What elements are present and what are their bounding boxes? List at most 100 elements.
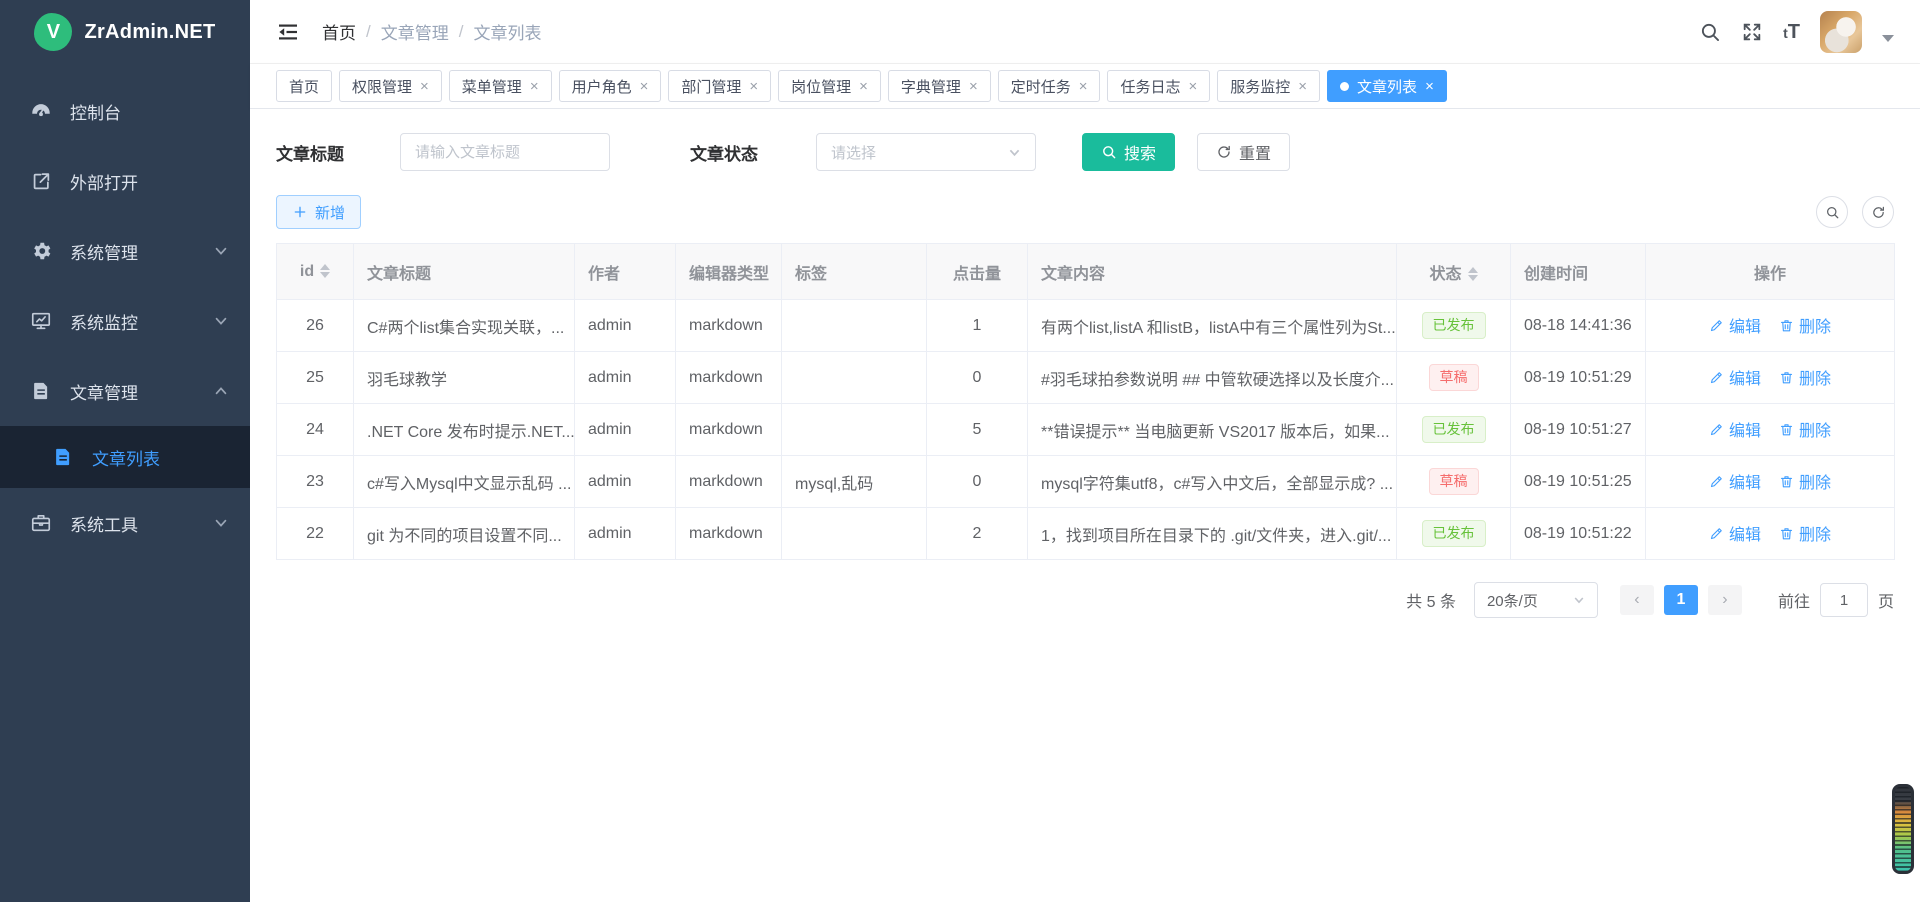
sort-caret-icon[interactable]	[320, 264, 330, 278]
sidebar-item-label: 系统监控	[70, 309, 214, 334]
edit-button-label: 编辑	[1729, 469, 1761, 493]
tab-label: 权限管理	[352, 76, 412, 97]
monitor-icon	[30, 310, 52, 332]
sidebar-item-系统工具[interactable]: 系统工具	[0, 488, 250, 558]
delete-button[interactable]: 删除	[1779, 417, 1831, 441]
edit-button[interactable]: 编辑	[1709, 417, 1761, 441]
edit-button-label: 编辑	[1729, 417, 1761, 441]
sidebar-item-系统管理[interactable]: 系统管理	[0, 216, 250, 286]
cell-tag	[782, 300, 927, 352]
column-label: 文章标题	[367, 266, 431, 283]
article-status-select[interactable]: 请选择	[816, 133, 1036, 171]
close-icon[interactable]: ×	[420, 79, 429, 94]
sidebar-item-外部打开[interactable]: 外部打开	[0, 146, 250, 216]
delete-button[interactable]: 删除	[1779, 365, 1831, 389]
color-levels-widget[interactable]	[1892, 784, 1914, 874]
column-label: 编辑器类型	[689, 266, 769, 283]
tab-部门管理[interactable]: 部门管理 ×	[668, 70, 771, 102]
sort-caret-icon[interactable]	[1468, 267, 1478, 281]
font-size-icon[interactable]: tT	[1783, 22, 1800, 42]
breadcrumb-item[interactable]: 首页	[322, 19, 356, 44]
status-badge: 已发布	[1422, 520, 1486, 547]
cell-actions: 编辑删除	[1646, 456, 1895, 508]
tab-字典管理[interactable]: 字典管理×	[888, 70, 991, 102]
tab-bar: 首页权限管理×菜单管理×用户角色×部门管理×岗位管理×字典管理×定时任务×任务日…	[250, 64, 1920, 109]
add-button[interactable]: 新增	[276, 195, 361, 229]
tab-任务日志[interactable]: 任务日志×	[1107, 70, 1210, 102]
tab-文章列表[interactable]: 文章列表×	[1327, 70, 1447, 102]
sidebar-item-label: 外部打开	[70, 169, 228, 194]
avatar[interactable]	[1820, 11, 1862, 53]
sidebar-item-系统监控[interactable]: 系统监控	[0, 286, 250, 356]
page-content: 文章标题 文章状态 请选择 搜索 重置	[250, 109, 1920, 902]
fullscreen-icon[interactable]	[1741, 21, 1763, 43]
tab-label: 用户角色	[572, 76, 632, 97]
next-page-button[interactable]: ›	[1708, 585, 1742, 615]
column-header-操作: 操作	[1646, 244, 1895, 300]
delete-button-label: 删除	[1799, 365, 1831, 389]
close-icon[interactable]: ×	[640, 79, 649, 94]
close-icon[interactable]: ×	[1425, 79, 1434, 94]
reset-button[interactable]: 重置	[1197, 133, 1290, 171]
close-icon[interactable]: ×	[1079, 79, 1088, 94]
close-icon[interactable]: ×	[859, 79, 868, 94]
tab-定时任务[interactable]: 定时任务×	[998, 70, 1101, 102]
delete-button[interactable]: 删除	[1779, 469, 1831, 493]
page-number-button[interactable]: 1	[1664, 585, 1698, 615]
close-icon[interactable]: ×	[530, 79, 539, 94]
column-header-标签: 标签	[782, 244, 927, 300]
cell-author: admin	[575, 352, 676, 404]
delete-button[interactable]: 删除	[1779, 313, 1831, 337]
page-size-select[interactable]: 20条/页	[1474, 582, 1598, 618]
tab-label: 服务监控	[1230, 76, 1290, 97]
column-label: 操作	[1754, 266, 1786, 283]
briefcase-icon	[30, 512, 52, 534]
table-refresh-button[interactable]	[1862, 196, 1894, 228]
column-header-id[interactable]: id	[277, 244, 354, 300]
edit-button[interactable]: 编辑	[1709, 521, 1761, 545]
sidebar-item-控制台[interactable]: 控制台	[0, 76, 250, 146]
chevron-down-icon[interactable]	[1882, 35, 1894, 42]
prev-page-button[interactable]: ‹	[1620, 585, 1654, 615]
close-icon[interactable]: ×	[969, 79, 978, 94]
tab-label: 部门管理	[681, 76, 741, 97]
edit-button[interactable]: 编辑	[1709, 313, 1761, 337]
cell-content: 有两个list,listA 和listB，listA中有三个属性列为St...	[1028, 300, 1397, 352]
cell-status: 已发布	[1397, 508, 1511, 560]
menu-fold-icon[interactable]	[276, 20, 300, 44]
search-icon	[1825, 205, 1840, 220]
close-icon[interactable]: ×	[749, 79, 758, 94]
tab-用户角色[interactable]: 用户角色 ×	[559, 70, 662, 102]
search-button[interactable]: 搜索	[1082, 133, 1175, 171]
tab-岗位管理[interactable]: 岗位管理×	[778, 70, 881, 102]
sidebar-item-文章列表[interactable]: 文章列表	[0, 426, 250, 488]
delete-button[interactable]: 删除	[1779, 521, 1831, 545]
status-badge: 草稿	[1429, 364, 1479, 391]
cell-editor-type: markdown	[676, 404, 782, 456]
search-icon[interactable]	[1699, 21, 1721, 43]
sidebar-item-文章管理[interactable]: 文章管理	[0, 356, 250, 426]
column-header-创建时间: 创建时间	[1511, 244, 1646, 300]
tab-首页[interactable]: 首页	[276, 70, 332, 102]
close-icon[interactable]: ×	[1189, 79, 1198, 94]
document-icon	[30, 380, 52, 402]
cell-clicks: 0	[927, 352, 1028, 404]
edit-button[interactable]: 编辑	[1709, 469, 1761, 493]
close-icon[interactable]: ×	[1298, 79, 1307, 94]
cell-id: 26	[277, 300, 354, 352]
tab-菜单管理[interactable]: 菜单管理×	[449, 70, 552, 102]
cell-author: admin	[575, 508, 676, 560]
tab-权限管理[interactable]: 权限管理 ×	[339, 70, 442, 102]
sidebar-item-label: 控制台	[70, 99, 228, 124]
total-count: 共 5 条	[1406, 588, 1456, 612]
cell-actions: 编辑删除	[1646, 508, 1895, 560]
tab-label: 首页	[289, 76, 319, 97]
tab-服务监控[interactable]: 服务监控 ×	[1217, 70, 1320, 102]
table-search-toggle-button[interactable]	[1816, 196, 1848, 228]
column-header-状态[interactable]: 状态	[1397, 244, 1511, 300]
goto-page-input[interactable]	[1820, 583, 1868, 617]
article-title-input[interactable]	[400, 133, 610, 171]
edit-button[interactable]: 编辑	[1709, 365, 1761, 389]
sidebar-menu: 控制台外部打开系统管理系统监控文章管理文章列表系统工具	[0, 76, 250, 558]
cell-content: **错误提示** 当电脑更新 VS2017 版本后，如果...	[1028, 404, 1397, 456]
